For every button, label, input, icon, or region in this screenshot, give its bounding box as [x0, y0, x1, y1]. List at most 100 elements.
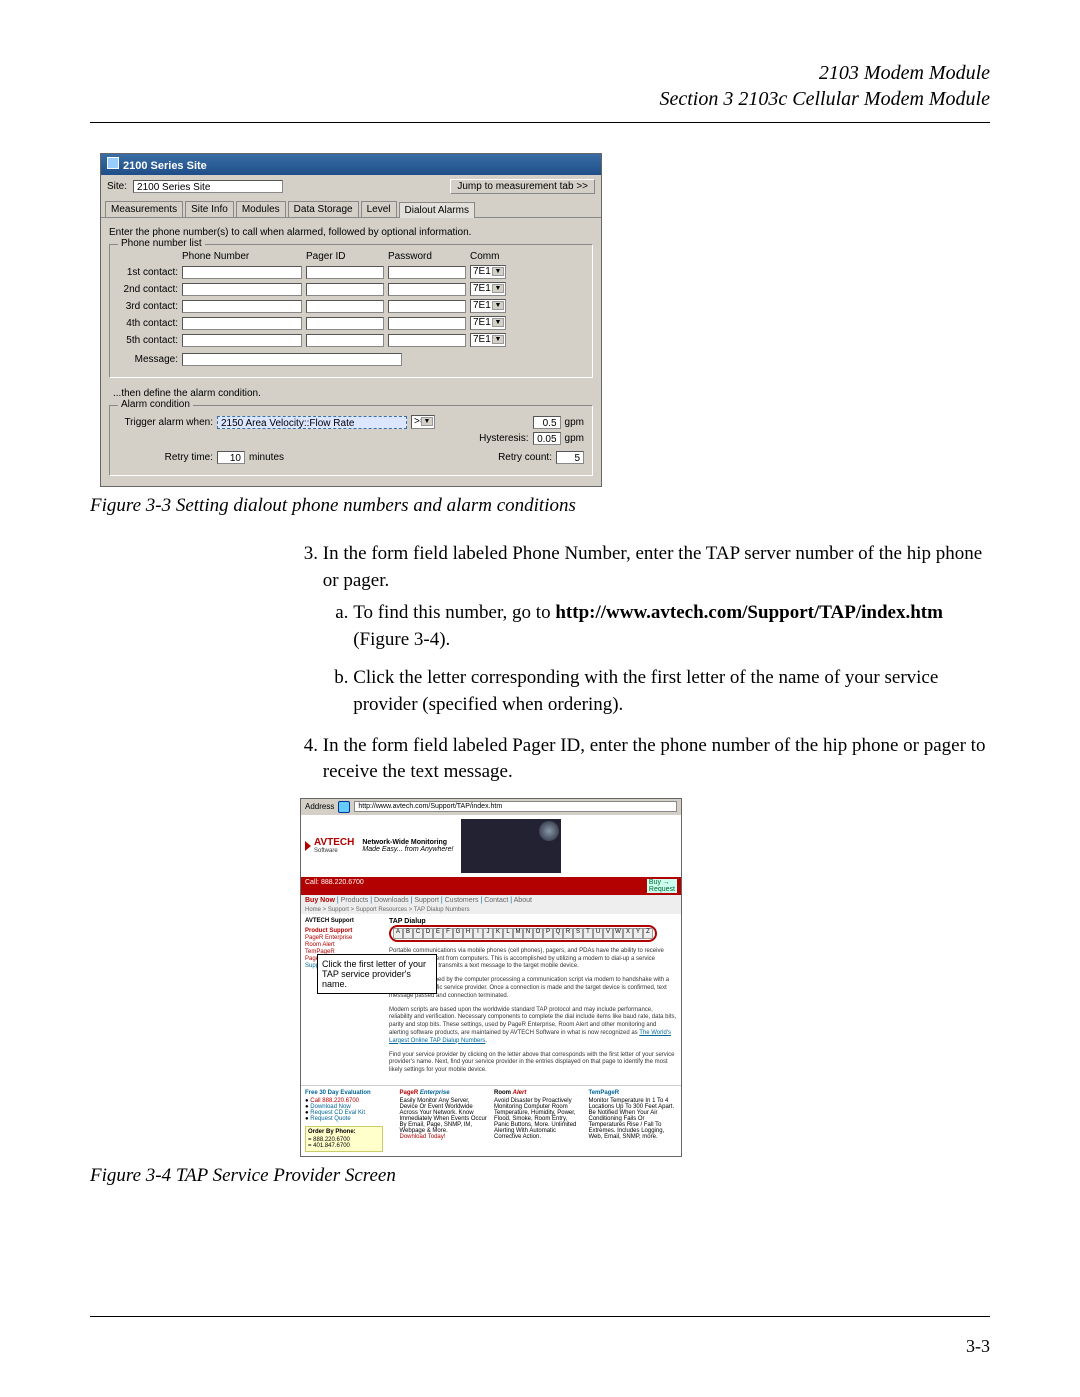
window-title: 2100 Series Site — [123, 160, 207, 172]
row1-password[interactable] — [388, 266, 466, 279]
download-today-link[interactable]: Download Today! — [400, 1134, 489, 1140]
side-pager[interactable]: PageR Enterprise — [305, 935, 381, 941]
promo-free-eval: Free 30 Day Evaluation ● Call 888.220.67… — [305, 1090, 394, 1152]
tab-dialout-alarms[interactable]: Dialout Alarms — [399, 202, 475, 218]
row3-pager[interactable] — [306, 300, 384, 313]
address-label: Address — [305, 802, 334, 811]
nav-customers[interactable]: Customers — [445, 897, 479, 904]
az-letter-I[interactable]: I — [473, 928, 483, 939]
az-letter-X[interactable]: X — [623, 928, 633, 939]
row2-pager[interactable] — [306, 283, 384, 296]
row2-comm[interactable]: 7E1 — [470, 282, 506, 296]
az-letter-Q[interactable]: Q — [553, 928, 563, 939]
az-letter-U[interactable]: U — [593, 928, 603, 939]
az-letter-D[interactable]: D — [423, 928, 433, 939]
phone-list-title: Phone number list — [118, 238, 205, 249]
tab-modules[interactable]: Modules — [236, 201, 286, 217]
az-letter-O[interactable]: O — [533, 928, 543, 939]
az-letter-B[interactable]: B — [403, 928, 413, 939]
figure-3-4-caption: Figure 3-4 TAP Service Provider Screen — [90, 1165, 990, 1187]
az-letter-H[interactable]: H — [463, 928, 473, 939]
buy-request-link[interactable]: Buy →Request — [647, 879, 677, 893]
row1-pager[interactable] — [306, 266, 384, 279]
tab-measurements[interactable]: Measurements — [105, 201, 183, 217]
az-letter-Z[interactable]: Z — [643, 928, 653, 939]
page-number: 3-3 — [966, 1336, 990, 1357]
row4-phone[interactable] — [182, 317, 302, 330]
row3-password[interactable] — [388, 300, 466, 313]
az-letter-F[interactable]: F — [443, 928, 453, 939]
az-letter-T[interactable]: T — [583, 928, 593, 939]
message-field[interactable] — [182, 353, 402, 366]
az-letter-A[interactable]: A — [393, 928, 403, 939]
row5-password[interactable] — [388, 334, 466, 347]
tab-bar: Measurements Site Info Modules Data Stor… — [101, 198, 601, 218]
az-letter-R[interactable]: R — [563, 928, 573, 939]
row4-comm[interactable]: 7E1 — [470, 316, 506, 330]
tagline: Network-Wide MonitoringMade Easy... from… — [362, 839, 453, 853]
figure-3-4-screenshot: Address http://www.avtech.com/Support/TAP… — [300, 798, 682, 1157]
row5-phone[interactable] — [182, 334, 302, 347]
side-roomalert[interactable]: Room Alert — [305, 942, 381, 948]
row4-pager[interactable] — [306, 317, 384, 330]
then-define-note: ...then define the alarm condition. — [113, 388, 593, 399]
az-letter-P[interactable]: P — [543, 928, 553, 939]
col-phone: Phone Number — [182, 251, 302, 262]
operator-select[interactable]: >= — [411, 415, 435, 429]
col-pager: Pager ID — [306, 251, 384, 262]
alarm-condition-title: Alarm condition — [118, 399, 193, 410]
tab-site-info[interactable]: Site Info — [185, 201, 234, 217]
promo-quote[interactable]: Request Quote — [310, 1116, 350, 1122]
trigger-label: Trigger alarm when: — [118, 417, 213, 428]
az-letter-Y[interactable]: Y — [633, 928, 643, 939]
row3-phone[interactable] — [182, 300, 302, 313]
nav-about[interactable]: About — [514, 897, 532, 904]
retry-count-input[interactable]: 5 — [556, 451, 584, 464]
tab-data-storage[interactable]: Data Storage — [288, 201, 359, 217]
row1-label: 1st contact: — [118, 267, 178, 278]
nav-products[interactable]: Products — [341, 897, 369, 904]
row4-label: 4th contact: — [118, 318, 178, 329]
az-letter-M[interactable]: M — [513, 928, 523, 939]
az-letter-G[interactable]: G — [453, 928, 463, 939]
az-letter-W[interactable]: W — [613, 928, 623, 939]
row2-phone[interactable] — [182, 283, 302, 296]
row2-password[interactable] — [388, 283, 466, 296]
promo-roomalert: Room AlertAvoid Disaster by Proactively … — [494, 1090, 583, 1152]
retry-time-input[interactable]: 10 — [217, 451, 245, 464]
nav-downloads[interactable]: Downloads — [374, 897, 409, 904]
jump-button[interactable]: Jump to measurement tab >> — [450, 179, 595, 194]
az-letter-E[interactable]: E — [433, 928, 443, 939]
row2-label: 2nd contact: — [118, 284, 178, 295]
callout-box: Click the first letter of your TAP servi… — [317, 954, 437, 994]
az-letter-N[interactable]: N — [523, 928, 533, 939]
hysteresis-unit: gpm — [565, 433, 584, 444]
panel-instruction: Enter the phone number(s) to call when a… — [109, 227, 593, 238]
site-field[interactable]: 2100 Series Site — [133, 180, 283, 193]
phone-list-group: Phone number list Phone Number Pager ID … — [109, 244, 593, 378]
az-letter-V[interactable]: V — [603, 928, 613, 939]
az-letter-K[interactable]: K — [493, 928, 503, 939]
row5-pager[interactable] — [306, 334, 384, 347]
nav-support[interactable]: Support — [414, 897, 439, 904]
threshold-input[interactable]: 0.5 — [533, 416, 561, 429]
hysteresis-input[interactable]: 0.05 — [533, 432, 561, 445]
top-nav: Buy Now | Products | Downloads | Support… — [301, 895, 681, 906]
tab-level[interactable]: Level — [361, 201, 397, 217]
row1-phone[interactable] — [182, 266, 302, 279]
nav-contact[interactable]: Contact — [484, 897, 508, 904]
row4-password[interactable] — [388, 317, 466, 330]
az-letter-L[interactable]: L — [503, 928, 513, 939]
az-letter-C[interactable]: C — [413, 928, 423, 939]
az-letter-J[interactable]: J — [483, 928, 493, 939]
trigger-select[interactable]: 2150 Area Velocity::Flow Rate — [217, 416, 407, 429]
row1-comm[interactable]: 7E1 — [470, 265, 506, 279]
step-3: In the form field labeled Phone Number, … — [323, 541, 990, 719]
address-bar[interactable]: http://www.avtech.com/Support/TAP/index.… — [354, 801, 677, 812]
app-icon — [107, 157, 119, 169]
nav-buy-now[interactable]: Buy Now — [305, 897, 335, 904]
promo-tempager: TemPageRMonitor Temperature In 1 To 4 Lo… — [589, 1090, 678, 1152]
az-letter-S[interactable]: S — [573, 928, 583, 939]
row5-comm[interactable]: 7E1 — [470, 333, 506, 347]
row3-comm[interactable]: 7E1 — [470, 299, 506, 313]
